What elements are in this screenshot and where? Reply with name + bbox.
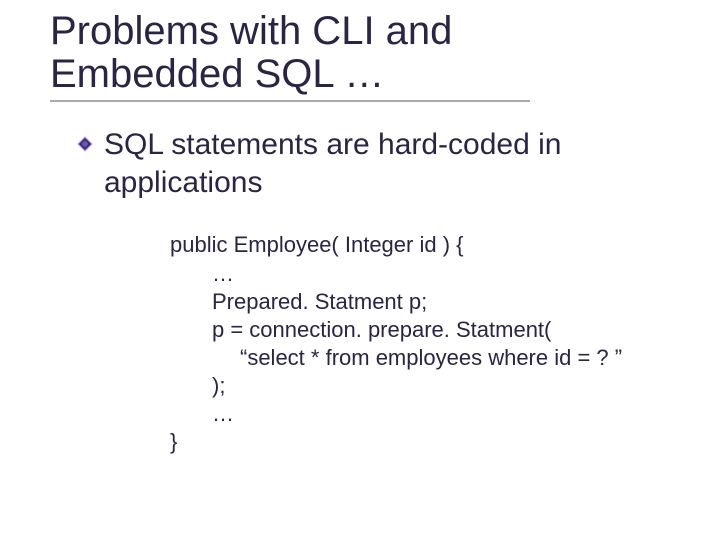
slide-title-block: Problems with CLI and Embedded SQL … (50, 10, 530, 102)
slide-title-line-1: Problems with CLI and (50, 10, 530, 53)
diamond-bullet-icon (76, 135, 94, 158)
slide-title-line-2: Embedded SQL … (50, 53, 530, 96)
code-line: } (170, 428, 690, 456)
code-line: … (170, 260, 690, 288)
code-line: “select * from employees where id = ? ” (170, 344, 690, 372)
code-line: … (170, 400, 690, 428)
bullet-text: SQL statements are hard-coded in applica… (104, 126, 690, 201)
code-line: ); (170, 372, 690, 400)
slide: Problems with CLI and Embedded SQL … SQL… (0, 0, 720, 540)
code-line: public Employee( Integer id ) { (170, 231, 690, 259)
code-example: public Employee( Integer id ) { … Prepar… (170, 231, 690, 456)
code-line: p = connection. prepare. Statment( (170, 316, 690, 344)
bullet-item: SQL statements are hard-coded in applica… (76, 126, 690, 201)
code-line: Prepared. Statment p; (170, 288, 690, 316)
